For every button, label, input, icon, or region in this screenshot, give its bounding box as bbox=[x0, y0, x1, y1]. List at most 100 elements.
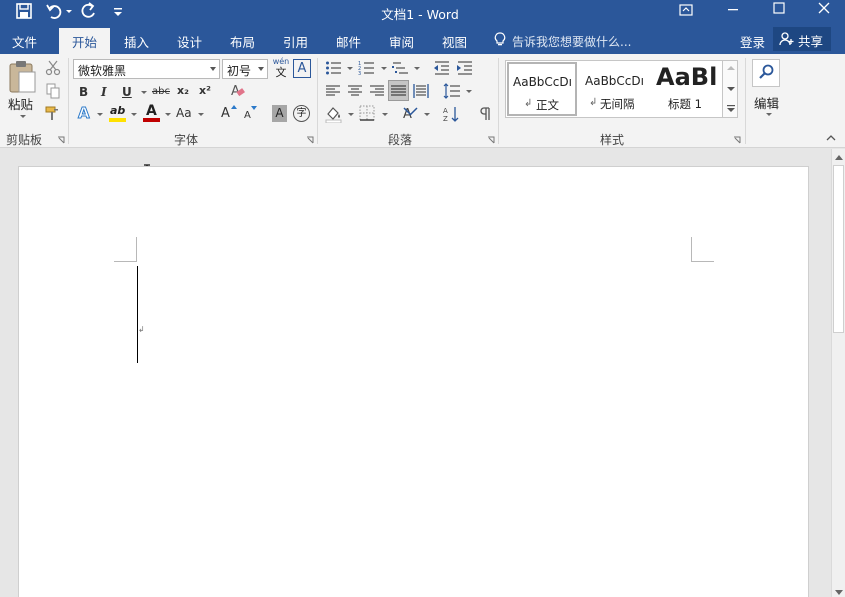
svg-text:Z: Z bbox=[443, 115, 448, 123]
align-center-icon[interactable] bbox=[347, 83, 363, 99]
bullets-icon[interactable] bbox=[325, 60, 343, 76]
paragraph-launcher-icon[interactable] bbox=[487, 136, 495, 144]
scroll-thumb[interactable] bbox=[833, 165, 844, 333]
numbering-icon[interactable]: 123 bbox=[358, 60, 376, 76]
line-spacing-dropdown-icon[interactable] bbox=[466, 90, 472, 93]
scroll-down-icon[interactable] bbox=[835, 590, 843, 595]
scroll-up-icon[interactable] bbox=[835, 155, 843, 160]
styles-launcher-icon[interactable] bbox=[733, 136, 741, 144]
show-formatting-marks-icon[interactable] bbox=[476, 106, 492, 122]
underline-dropdown-icon[interactable] bbox=[141, 91, 147, 94]
character-border-button[interactable]: A bbox=[293, 59, 311, 78]
copy-icon[interactable] bbox=[45, 83, 61, 99]
undo-icon[interactable] bbox=[45, 2, 63, 20]
clipboard-launcher-icon[interactable] bbox=[57, 136, 65, 144]
styles-more-icon[interactable] bbox=[727, 105, 735, 113]
ribbon-home: 粘贴 剪贴板 微软雅黑 初号 wén 文 A B I U abc x₂ x² A… bbox=[0, 54, 845, 148]
change-case-button[interactable]: Aa bbox=[176, 106, 192, 120]
asian-layout-icon[interactable]: A bbox=[401, 105, 421, 123]
collapse-ribbon-icon[interactable] bbox=[826, 134, 836, 142]
character-shading-button[interactable]: A bbox=[272, 105, 287, 122]
font-size-select[interactable]: 初号 bbox=[222, 59, 268, 79]
styles-down-icon[interactable] bbox=[727, 87, 735, 91]
asian-layout-dropdown-icon[interactable] bbox=[424, 113, 430, 116]
highlight-button[interactable]: ab bbox=[108, 104, 128, 124]
tab-design[interactable]: 设计 bbox=[177, 32, 202, 51]
cut-icon[interactable] bbox=[45, 60, 61, 76]
font-color-button[interactable]: A bbox=[143, 103, 161, 124]
style-no-spacing[interactable]: AaBbCcDı ↲ 无间隔 bbox=[579, 61, 651, 115]
paragraph-group-label: 段落 bbox=[388, 133, 413, 147]
undo-dropdown-icon[interactable] bbox=[66, 10, 72, 13]
shading-icon[interactable] bbox=[325, 105, 343, 123]
margin-mark-top-left bbox=[114, 237, 137, 262]
bold-button[interactable]: B bbox=[79, 85, 88, 99]
tab-home[interactable]: 开始 bbox=[59, 28, 110, 54]
numbering-dropdown-icon[interactable] bbox=[381, 67, 387, 70]
paste-label: 粘贴 bbox=[8, 97, 34, 112]
align-left-icon[interactable] bbox=[325, 83, 341, 99]
editing-button[interactable]: 编辑 bbox=[750, 58, 784, 122]
clear-formatting-icon[interactable]: A bbox=[229, 82, 245, 98]
document-page[interactable]: ↲ bbox=[18, 166, 809, 597]
paste-button[interactable]: 粘贴 bbox=[5, 60, 39, 122]
shading-dropdown-icon[interactable] bbox=[348, 113, 354, 116]
text-effects-button[interactable]: A bbox=[78, 105, 91, 121]
font-color-dropdown-icon[interactable] bbox=[165, 113, 171, 116]
tab-view[interactable]: 视图 bbox=[442, 32, 467, 51]
tab-references[interactable]: 引用 bbox=[283, 32, 308, 51]
tab-file[interactable]: 文件 bbox=[12, 32, 37, 51]
strikethrough-button[interactable]: abc bbox=[152, 85, 170, 99]
editing-dropdown-icon[interactable] bbox=[766, 113, 772, 116]
tab-layout[interactable]: 布局 bbox=[230, 32, 255, 51]
font-name-value: 微软雅黑 bbox=[78, 64, 127, 78]
save-icon[interactable] bbox=[15, 2, 33, 20]
tab-insert[interactable]: 插入 bbox=[124, 32, 149, 51]
highlight-dropdown-icon[interactable] bbox=[131, 113, 137, 116]
multilevel-dropdown-icon[interactable] bbox=[414, 67, 420, 70]
phonetic-guide-button[interactable]: wén 文 bbox=[272, 57, 290, 81]
tab-mailings[interactable]: 邮件 bbox=[336, 32, 361, 51]
shrink-arrow-icon bbox=[251, 106, 257, 110]
share-button[interactable]: 共享 bbox=[773, 27, 831, 51]
vertical-scrollbar[interactable] bbox=[831, 149, 845, 597]
ribbon-display-options-icon[interactable] bbox=[663, 0, 709, 24]
superscript-button[interactable]: x² bbox=[199, 84, 211, 98]
styles-up-icon[interactable] bbox=[727, 66, 735, 70]
close-icon[interactable] bbox=[800, 0, 845, 24]
subscript-button[interactable]: x₂ bbox=[177, 84, 189, 98]
font-name-dropdown-icon[interactable] bbox=[210, 67, 216, 71]
font-size-dropdown-icon[interactable] bbox=[258, 67, 264, 71]
italic-button[interactable]: I bbox=[101, 85, 107, 99]
tab-review[interactable]: 审阅 bbox=[389, 32, 414, 51]
redo-icon[interactable] bbox=[80, 2, 98, 20]
decrease-indent-icon[interactable] bbox=[433, 60, 451, 76]
minimize-icon[interactable] bbox=[710, 0, 756, 24]
enclose-characters-button[interactable]: 字 bbox=[293, 105, 310, 122]
customize-quick-access-icon[interactable] bbox=[113, 4, 123, 18]
style-normal[interactable]: AaBbCcDı ↲ 正文 bbox=[507, 62, 577, 116]
format-painter-icon[interactable] bbox=[45, 105, 61, 121]
line-spacing-icon[interactable] bbox=[443, 83, 461, 99]
borders-dropdown-icon[interactable] bbox=[382, 113, 388, 116]
multilevel-list-icon[interactable] bbox=[392, 60, 410, 76]
borders-icon[interactable] bbox=[359, 105, 375, 121]
shrink-font-button[interactable]: A bbox=[244, 109, 251, 123]
grow-font-button[interactable]: A bbox=[221, 107, 230, 121]
align-right-icon[interactable] bbox=[369, 83, 385, 99]
paste-dropdown-icon[interactable] bbox=[20, 115, 26, 118]
bullets-dropdown-icon[interactable] bbox=[347, 67, 353, 70]
distributed-icon[interactable] bbox=[413, 83, 429, 99]
maximize-icon[interactable] bbox=[756, 0, 802, 24]
underline-button[interactable]: U bbox=[122, 85, 132, 99]
sign-in-link[interactable]: 登录 bbox=[740, 32, 765, 51]
font-launcher-icon[interactable] bbox=[306, 136, 314, 144]
font-name-select[interactable]: 微软雅黑 bbox=[73, 59, 220, 79]
font-size-value: 初号 bbox=[227, 64, 252, 78]
increase-indent-icon[interactable] bbox=[456, 60, 474, 76]
tell-me-input[interactable]: 告诉我您想要做什么... bbox=[512, 33, 631, 50]
change-case-dropdown-icon[interactable] bbox=[198, 113, 204, 116]
justify-icon[interactable] bbox=[388, 80, 409, 101]
text-effects-dropdown-icon[interactable] bbox=[97, 113, 103, 116]
sort-icon[interactable]: AZ bbox=[443, 105, 461, 123]
